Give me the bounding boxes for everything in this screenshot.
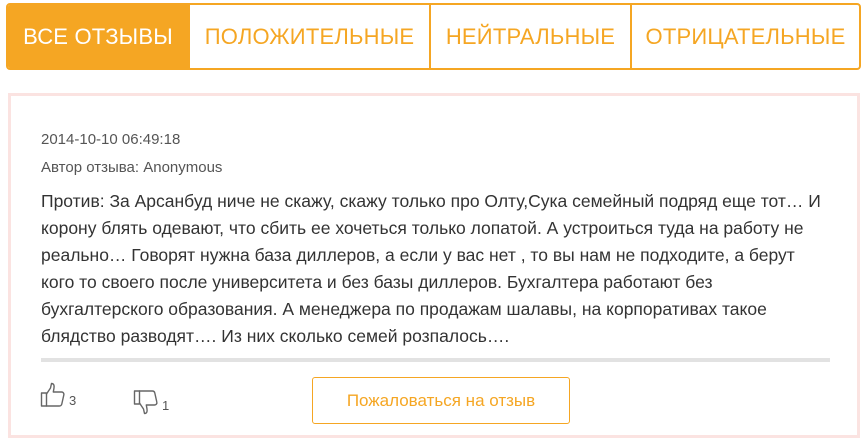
tab-neutral-reviews[interactable]: НЕЙТРАЛЬНЫЕ [429,5,630,68]
tab-positive-reviews[interactable]: ПОЛОЖИТЕЛЬНЫЕ [188,5,429,68]
review-date: 2014-10-10 06:49:18 [41,131,181,148]
review-filter-tabs: ВСЕ ОТЗЫВЫ ПОЛОЖИТЕЛЬНЫЕ НЕЙТРАЛЬНЫЕ ОТР… [6,3,861,70]
review-author: Автор отзыва: Anonymous [41,159,223,176]
like-count: 3 [69,393,77,408]
report-review-button[interactable]: Пожаловаться на отзыв [312,377,570,424]
review-card: 2014-10-10 06:49:18 Автор отзыва: Anonym… [8,93,860,438]
thumbs-down-icon [133,389,159,415]
thumbs-up-icon [40,382,66,408]
tab-negative-reviews[interactable]: ОТРИЦАТЕЛЬНЫЕ [630,5,859,68]
review-text: Против: За Арсанбуд ниче не скажу, скажу… [41,191,821,346]
like-button[interactable]: 3 [40,382,76,408]
dislike-count: 1 [162,398,170,413]
divider [41,358,830,362]
tab-all-reviews[interactable]: ВСЕ ОТЗЫВЫ [8,5,188,68]
dislike-button[interactable]: 1 [133,389,169,415]
